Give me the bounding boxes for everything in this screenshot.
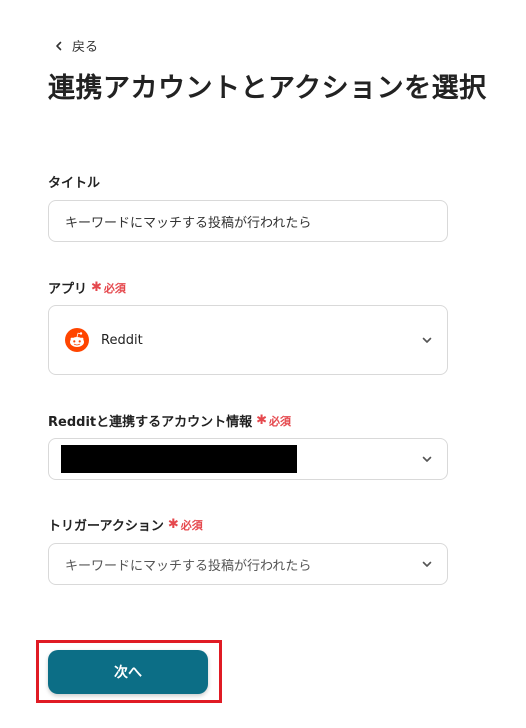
chevron-left-icon <box>56 41 62 50</box>
back-label: 戻る <box>72 40 99 55</box>
account-select[interactable] <box>48 438 448 480</box>
chevron-down-icon <box>422 456 432 462</box>
redacted-account-value <box>61 445 297 473</box>
required-text: 必須 <box>269 414 292 428</box>
account-label: Redditと連携するアカウント情報 ✱ 必須 <box>48 411 291 430</box>
account-label-text: Redditと連携するアカウント情報 <box>48 415 253 430</box>
required-badge: ✱ 必須 <box>256 413 292 428</box>
chevron-down-icon <box>422 561 432 567</box>
reddit-icon <box>65 328 89 352</box>
title-label: タイトル <box>48 172 100 191</box>
trigger-value: キーワードにマッチする投稿が行われたら <box>65 558 312 574</box>
back-link[interactable]: 戻る <box>54 36 98 55</box>
app-name: Reddit <box>101 332 143 348</box>
chevron-down-icon <box>422 337 432 343</box>
required-text: 必須 <box>180 518 203 532</box>
trigger-label-text: トリガーアクション <box>48 519 164 534</box>
app-label-text: アプリ <box>48 282 88 297</box>
app-label: アプリ ✱ 必須 <box>48 278 126 297</box>
required-badge: ✱ 必須 <box>91 280 126 295</box>
title-label-text: タイトル <box>48 176 101 191</box>
title-input[interactable] <box>65 213 431 229</box>
app-select[interactable]: Reddit <box>48 305 448 375</box>
trigger-label: トリガーアクション ✱ 必須 <box>48 515 203 534</box>
required-text: 必須 <box>103 281 126 295</box>
required-badge: ✱ 必須 <box>167 517 203 532</box>
page-title: 連携アカウントとアクションを選択 <box>48 73 487 104</box>
next-button[interactable]: 次へ <box>48 650 208 694</box>
trigger-select[interactable]: キーワードにマッチする投稿が行われたら <box>48 543 448 585</box>
title-field[interactable] <box>48 200 448 242</box>
